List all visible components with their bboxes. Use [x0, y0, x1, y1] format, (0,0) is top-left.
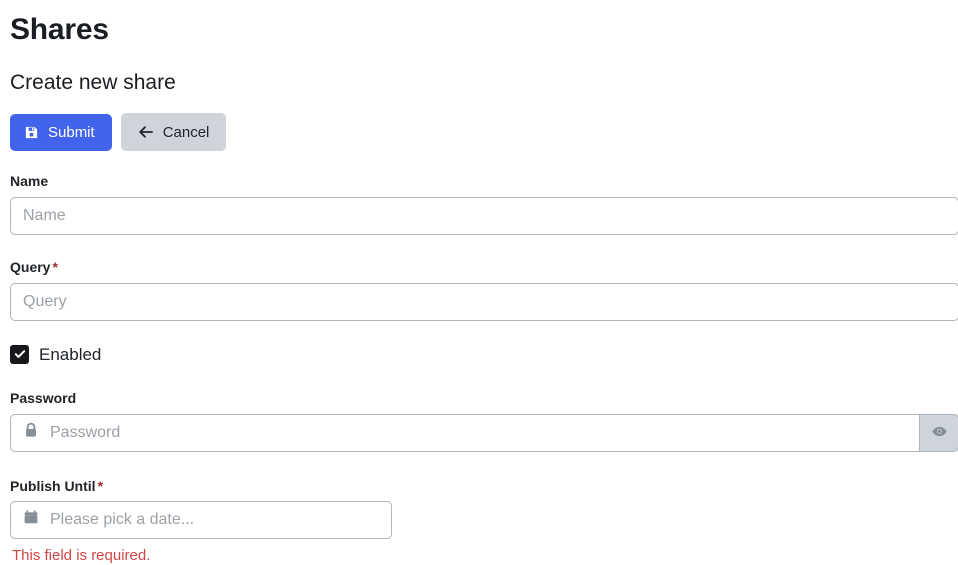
query-input[interactable] — [10, 282, 958, 321]
query-label: Query * — [10, 259, 950, 276]
shares-page: Shares Create new share Submit Cancel Na… — [0, 0, 958, 565]
name-input[interactable] — [10, 196, 958, 235]
password-field-group: Password — [10, 390, 958, 452]
password-input-wrapper — [10, 413, 919, 452]
enabled-checkbox-row[interactable]: Enabled — [10, 344, 950, 364]
password-label: Password — [10, 390, 950, 407]
query-required-marker: * — [52, 258, 58, 275]
query-field-group: Query * — [10, 259, 958, 321]
submit-button-label: Submit — [48, 123, 95, 141]
cancel-button-label: Cancel — [162, 123, 210, 141]
calendar-icon — [23, 509, 39, 531]
eye-icon — [931, 423, 948, 443]
enabled-label[interactable]: Enabled — [39, 346, 101, 363]
form-toolbar: Submit Cancel — [10, 113, 950, 152]
publish-until-field-group: Publish Until* This field is required. — [10, 478, 950, 565]
enabled-checkbox[interactable] — [10, 344, 29, 364]
submit-button[interactable]: Submit — [10, 113, 112, 151]
publish-until-error: This field is required. — [12, 547, 151, 565]
cancel-button[interactable]: Cancel — [120, 113, 227, 152]
name-label: Name — [10, 173, 950, 190]
publish-until-input[interactable] — [50, 508, 379, 533]
arrow-left-icon — [138, 124, 154, 140]
publish-until-required-marker: * — [97, 477, 104, 494]
publish-until-label-text: Publish Until — [10, 477, 96, 494]
save-floppy-icon — [24, 125, 39, 140]
query-label-text: Query — [10, 258, 51, 275]
checkmark-icon — [14, 350, 25, 359]
password-input-group — [10, 413, 958, 452]
lock-icon — [23, 422, 39, 444]
publish-until-input-wrapper[interactable] — [10, 501, 392, 540]
password-label-text: Password — [10, 389, 77, 406]
section-title: Create new share — [10, 71, 176, 94]
name-field-group: Name — [10, 173, 958, 235]
publish-until-label: Publish Until * — [10, 478, 950, 495]
toggle-password-visibility-button[interactable] — [919, 413, 958, 452]
password-input[interactable] — [50, 420, 907, 445]
name-label-text: Name — [10, 173, 49, 190]
page-title: Shares — [10, 13, 109, 46]
